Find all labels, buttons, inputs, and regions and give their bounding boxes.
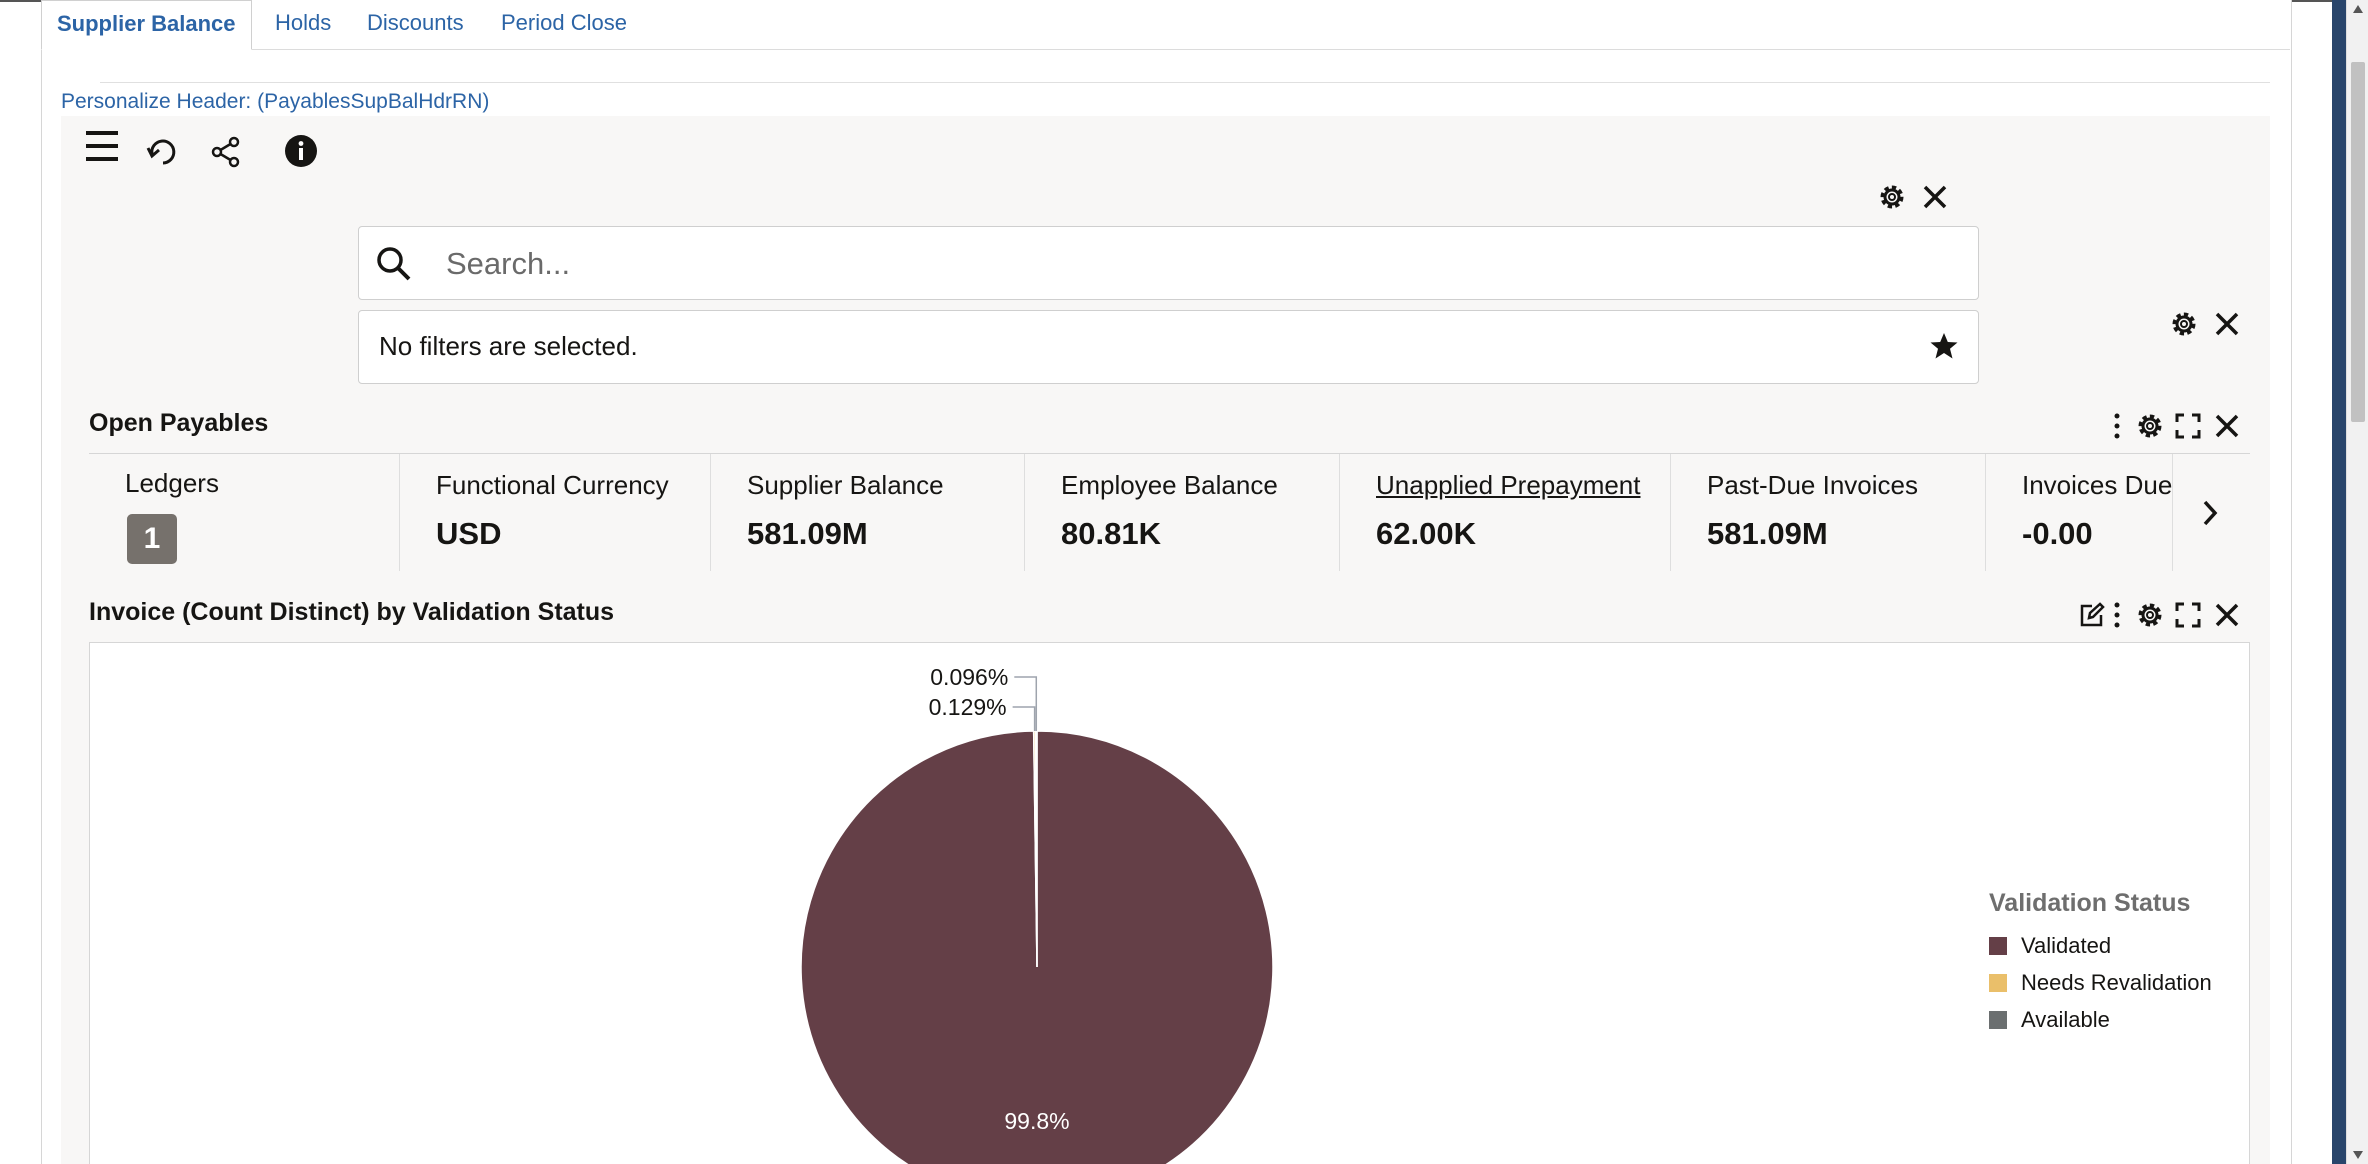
scroll-up-icon[interactable] (2352, 4, 2364, 14)
kpi-label: Supplier Balance (747, 470, 944, 500)
personalize-header-link[interactable]: Personalize Header: (PayablesSupBalHdrRN… (61, 90, 489, 114)
kpi-ledgers[interactable]: Ledgers 1 (89, 454, 400, 571)
kpi-value: 581.09M (747, 516, 868, 551)
legend-swatch[interactable] (1989, 974, 2007, 992)
kpi-value: 581.09M (1707, 516, 1828, 551)
divider (100, 82, 2270, 83)
tab-bar: Supplier Balance Holds Discounts Period … (41, 0, 2290, 50)
more-vertical-icon[interactable] (2110, 600, 2124, 635)
kpi-label: Functional Currency (436, 470, 669, 500)
legend-title: Validation Status (1989, 889, 2190, 917)
pie-label-available: 0.096% (930, 664, 1008, 690)
chart-section-title: Invoice (Count Distinct) by Validation S… (89, 598, 615, 626)
legend-item-available[interactable]: Available (2021, 1007, 2110, 1032)
kpi-label: Ledgers (125, 468, 219, 498)
kpi-label: Invoices Due (2022, 470, 2173, 500)
close-icon[interactable] (2214, 413, 2240, 444)
pie-label-validated: 99.8% (1004, 1108, 1069, 1134)
kpi-past-due-invoices[interactable]: Past-Due Invoices 581.09M (1671, 454, 1986, 571)
pie-leader-line (1012, 706, 1036, 732)
edit-icon[interactable] (2079, 602, 2105, 633)
kpi-value: -0.00 (2022, 516, 2093, 551)
search-input[interactable] (444, 239, 1948, 289)
kpi-unapplied-prepayment[interactable]: Unapplied Prepayment 62.00K (1340, 454, 1671, 571)
undo-icon[interactable] (146, 136, 180, 171)
close-icon[interactable] (2214, 602, 2240, 633)
kpi-invoices-due[interactable]: Invoices Due -0.00 (1986, 454, 2173, 571)
gear-icon[interactable] (2169, 309, 2199, 344)
legend-item-validated[interactable]: Validated (2021, 933, 2111, 958)
pie-chart-panel: 99.8% 0.096% 0.129% Validation Status Valida… (89, 642, 2250, 1164)
chevron-right-icon[interactable] (2200, 498, 2220, 533)
gear-icon[interactable] (1877, 182, 1907, 217)
kpi-value: 62.00K (1376, 516, 1476, 551)
expand-icon[interactable] (2175, 413, 2201, 444)
pie-chart: 99.8% 0.096% 0.129% Validation Status Valida… (800, 664, 2212, 1164)
pie-leader-line (1014, 676, 1038, 732)
kpi-value: 80.81K (1061, 516, 1161, 551)
more-vertical-icon[interactable] (2110, 411, 2124, 446)
scroll-down-icon[interactable] (2352, 1150, 2364, 1160)
kpi-functional-currency[interactable]: Functional Currency USD (400, 454, 711, 571)
legend-item-needs-revalidation[interactable]: Needs Revalidation (2021, 970, 2212, 995)
expand-icon[interactable] (2175, 602, 2201, 633)
pie-label-needs-revalidation: 0.129% (929, 694, 1007, 720)
menu-icon[interactable] (84, 128, 120, 169)
gear-icon[interactable] (2135, 600, 2165, 635)
gear-icon[interactable] (2135, 411, 2165, 446)
share-icon[interactable] (210, 136, 242, 173)
kpi-label: Employee Balance (1061, 470, 1278, 500)
open-payables-title: Open Payables (89, 409, 269, 437)
legend-swatch[interactable] (1989, 1011, 2007, 1029)
side-strip (2332, 0, 2346, 1164)
vertical-scrollbar[interactable] (2346, 0, 2368, 1164)
filters-bar: No filters are selected. (358, 310, 1979, 384)
search-icon (375, 245, 413, 288)
tab-period-close[interactable]: Period Close (501, 0, 627, 49)
close-icon[interactable] (1922, 184, 1948, 215)
tab-supplier-balance[interactable]: Supplier Balance (41, 0, 252, 50)
info-icon[interactable] (284, 134, 318, 173)
star-icon[interactable] (1929, 331, 1959, 366)
scrollbar-thumb[interactable] (2351, 62, 2365, 422)
kpi-supplier-balance[interactable]: Supplier Balance 581.09M (711, 454, 1025, 571)
filters-status-text: No filters are selected. (379, 331, 638, 361)
tab-holds[interactable]: Holds (275, 0, 331, 49)
kpi-value: USD (436, 516, 502, 551)
tab-discounts[interactable]: Discounts (367, 0, 464, 49)
ledger-count-badge: 1 (127, 514, 177, 564)
kpi-label: Past-Due Invoices (1707, 470, 1918, 500)
kpi-strip: Ledgers 1 Functional Currency USD Suppli… (89, 453, 2250, 571)
close-icon[interactable] (2214, 311, 2240, 342)
search-field (358, 226, 1979, 300)
unapplied-prepayment-link[interactable]: Unapplied Prepayment (1376, 470, 1641, 501)
legend-swatch[interactable] (1989, 937, 2007, 955)
kpi-employee-balance[interactable]: Employee Balance 80.81K (1025, 454, 1340, 571)
